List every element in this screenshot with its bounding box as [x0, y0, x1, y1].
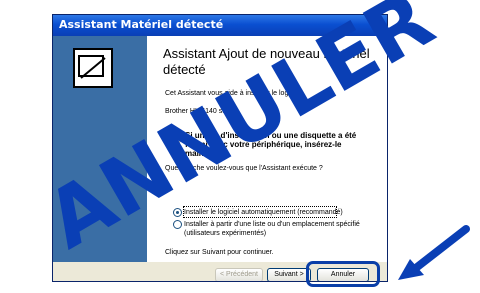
- hardware-wizard-icon: [73, 48, 113, 88]
- window-title: Assistant Matériel détecté: [59, 18, 224, 31]
- continue-text: Cliquez sur Suivant pour continuer.: [165, 249, 274, 256]
- arrow-icon: [398, 225, 470, 280]
- next-button[interactable]: Suivant >: [267, 268, 311, 281]
- radio-manual-install[interactable]: [173, 220, 182, 229]
- option-auto-install-label[interactable]: Installer le logiciel automatiquement (r…: [184, 208, 379, 217]
- option-manual-install-label[interactable]: Installer à partir d'une liste ou d'un e…: [184, 220, 379, 238]
- back-button[interactable]: < Précédent: [215, 268, 263, 281]
- cancel-highlight: [306, 261, 380, 287]
